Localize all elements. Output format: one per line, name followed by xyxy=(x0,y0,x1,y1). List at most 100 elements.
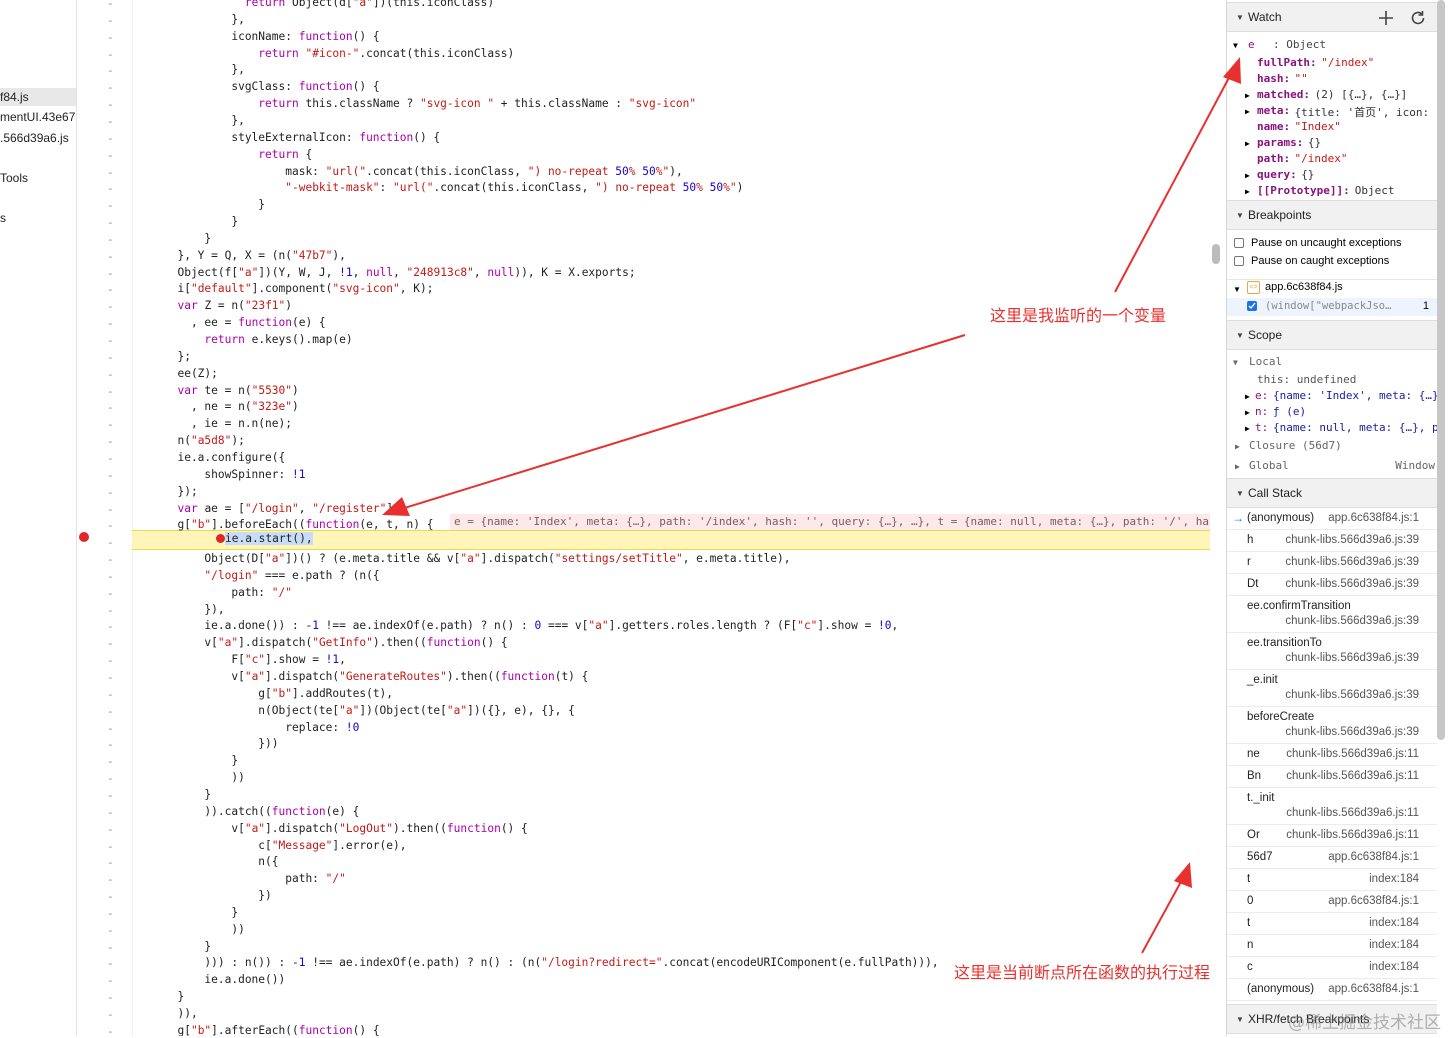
gutter-line-marker[interactable]: - xyxy=(107,553,114,566)
gutter-line-marker[interactable]: - xyxy=(107,283,114,296)
gutter-line-marker[interactable]: - xyxy=(107,1008,114,1021)
breakpoints-header[interactable]: ▼ Breakpoints xyxy=(1227,200,1437,230)
refresh-icon[interactable] xyxy=(1409,9,1427,27)
gutter-line-marker[interactable]: - xyxy=(107,957,114,970)
gutter-line-marker[interactable]: - xyxy=(107,637,114,650)
gutter-line-marker[interactable]: - xyxy=(107,738,114,751)
gutter-line-marker[interactable]: - xyxy=(107,418,114,431)
gutter-line-marker[interactable]: - xyxy=(107,48,114,61)
gutter-line-marker[interactable]: - xyxy=(107,856,114,869)
gutter-line-marker[interactable]: - xyxy=(107,115,114,128)
file-tree-item[interactable]: mentUI.43e675 xyxy=(0,110,76,124)
gutter-line-marker[interactable]: - xyxy=(107,873,114,886)
call-stack-frame[interactable]: t index:184 xyxy=(1227,869,1437,891)
gutter-line-marker[interactable]: - xyxy=(107,368,114,381)
call-stack-frame[interactable]: h chunk-libs.566d39a6.js:39 xyxy=(1227,530,1437,552)
breakpoint-file-row[interactable]: ▼ <> app.6c638f84.js xyxy=(1227,279,1437,300)
gutter-line-marker[interactable]: - xyxy=(107,250,114,263)
gutter-line-marker[interactable]: - xyxy=(107,722,114,735)
gutter-line-marker[interactable]: - xyxy=(107,503,114,516)
gutter-line-marker[interactable]: - xyxy=(107,216,114,229)
gutter-line-marker[interactable]: - xyxy=(107,536,114,549)
gutter-line-marker[interactable]: - xyxy=(107,31,114,44)
gutter-line-marker[interactable]: - xyxy=(107,924,114,937)
gutter-line-marker[interactable]: - xyxy=(107,705,114,718)
call-stack-frame[interactable]: 56d7 app.6c638f84.js:1 xyxy=(1227,847,1437,869)
gutter-line-marker[interactable]: - xyxy=(107,671,114,684)
call-stack-frame[interactable]: → (anonymous) app.6c638f84.js:1 xyxy=(1227,508,1437,530)
call-stack-frame[interactable]: _e.init chunk-libs.566d39a6.js:39 xyxy=(1227,670,1437,707)
breakpoint-marker[interactable] xyxy=(79,532,89,542)
gutter-line-marker[interactable]: - xyxy=(107,435,114,448)
gutter-line-marker[interactable]: - xyxy=(107,166,114,179)
file-tree-item[interactable]: f84.js xyxy=(0,88,76,106)
gutter-line-marker[interactable]: - xyxy=(107,98,114,111)
call-stack-frame[interactable]: Bn chunk-libs.566d39a6.js:11 xyxy=(1227,766,1437,788)
gutter-line-marker[interactable]: - xyxy=(107,385,114,398)
call-stack-frame[interactable]: n index:184 xyxy=(1227,935,1437,957)
gutter-line-marker[interactable]: - xyxy=(107,317,114,330)
gutter-line-marker[interactable]: - xyxy=(107,469,114,482)
call-stack-frame[interactable]: beforeCreate chunk-libs.566d39a6.js:39 xyxy=(1227,707,1437,744)
gutter-line-marker[interactable]: - xyxy=(107,300,114,313)
gutter-line-marker[interactable]: - xyxy=(107,519,114,532)
gutter-line-marker[interactable]: - xyxy=(107,199,114,212)
gutter-line-marker[interactable]: - xyxy=(107,688,114,701)
gutter-line-marker[interactable]: - xyxy=(107,132,114,145)
breakpoint-entry[interactable]: (window["webpackJso… 1 xyxy=(1227,298,1437,316)
gutter-line-marker[interactable]: - xyxy=(107,654,114,667)
line-gutter[interactable]: - - - - - - - - - - - - - - - - - - - - - - - - - - - - - - - - - - - - - - - -… xyxy=(77,0,133,1038)
gutter-line-marker[interactable]: - xyxy=(107,974,114,987)
gutter-line-marker[interactable]: - xyxy=(107,587,114,600)
gutter-line-marker[interactable]: - xyxy=(107,806,114,819)
call-stack-frame[interactable]: ne chunk-libs.566d39a6.js:11 xyxy=(1227,744,1437,766)
panel-scrollbar[interactable] xyxy=(1437,0,1445,740)
call-stack-frame[interactable]: ee.confirmTransition chunk-libs.566d39a6.… xyxy=(1227,596,1437,633)
gutter-line-marker[interactable]: - xyxy=(107,182,114,195)
gutter-line-marker[interactable]: - xyxy=(107,452,114,465)
gutter-line-marker[interactable]: - xyxy=(107,149,114,162)
watch-header[interactable]: ▼ Watch xyxy=(1227,2,1437,32)
gutter-line-marker[interactable]: - xyxy=(107,334,114,347)
gutter-line-marker[interactable]: - xyxy=(107,233,114,246)
gutter-line-marker[interactable]: - xyxy=(107,840,114,853)
file-tree-item[interactable]: Tools xyxy=(0,171,28,185)
gutter-line-marker[interactable]: - xyxy=(107,401,114,414)
pause-caught-checkbox[interactable] xyxy=(1234,256,1244,266)
gutter-line-marker[interactable]: - xyxy=(107,755,114,768)
gutter-line-marker[interactable]: - xyxy=(107,941,114,954)
gutter-line-marker[interactable]: - xyxy=(107,81,114,94)
gutter-line-marker[interactable]: - xyxy=(107,14,114,27)
gutter-line-marker[interactable]: - xyxy=(107,890,114,903)
call-stack-frame[interactable]: Or chunk-libs.566d39a6.js:11 xyxy=(1227,825,1437,847)
call-stack-frame[interactable]: c index:184 xyxy=(1227,957,1437,979)
scope-header[interactable]: ▼ Scope xyxy=(1227,320,1437,350)
call-stack-header[interactable]: ▼ Call Stack xyxy=(1227,478,1437,508)
gutter-line-marker[interactable]: - xyxy=(107,772,114,785)
pane-resizer-handle[interactable] xyxy=(1212,244,1220,264)
gutter-line-marker[interactable]: - xyxy=(107,604,114,617)
call-stack-frame[interactable]: Dt chunk-libs.566d39a6.js:39 xyxy=(1227,574,1437,596)
call-stack-frame[interactable]: 0 app.6c638f84.js:1 xyxy=(1227,891,1437,913)
gutter-line-marker[interactable]: - xyxy=(107,267,114,280)
gutter-line-marker[interactable]: - xyxy=(107,570,114,583)
file-tree-item[interactable]: s xyxy=(0,211,6,225)
gutter-line-marker[interactable]: - xyxy=(107,64,114,77)
call-stack-frame[interactable]: ee.transitionTo chunk-libs.566d39a6.js:39 xyxy=(1227,633,1437,670)
call-stack-frame[interactable]: (anonymous) app.6c638f84.js:1 xyxy=(1227,979,1437,1001)
breakpoint-entry-checkbox[interactable] xyxy=(1247,301,1257,311)
call-stack-frame[interactable]: r chunk-libs.566d39a6.js:39 xyxy=(1227,552,1437,574)
plus-icon[interactable] xyxy=(1378,10,1394,26)
gutter-line-marker[interactable]: - xyxy=(107,486,114,499)
gutter-line-marker[interactable]: - xyxy=(107,789,114,802)
call-stack-frame[interactable]: t._init chunk-libs.566d39a6.js:11 xyxy=(1227,788,1437,825)
gutter-line-marker[interactable]: - xyxy=(107,620,114,633)
gutter-line-marker[interactable]: - xyxy=(107,907,114,920)
pause-uncaught-checkbox[interactable] xyxy=(1234,238,1244,248)
gutter-line-marker[interactable]: - xyxy=(107,823,114,836)
gutter-line-marker[interactable]: - xyxy=(107,0,114,10)
gutter-line-marker[interactable]: - xyxy=(107,991,114,1004)
call-stack-frame[interactable]: t index:184 xyxy=(1227,913,1437,935)
gutter-line-marker[interactable]: - xyxy=(107,351,114,364)
file-tree-item[interactable]: .566d39a6.js xyxy=(0,131,69,145)
